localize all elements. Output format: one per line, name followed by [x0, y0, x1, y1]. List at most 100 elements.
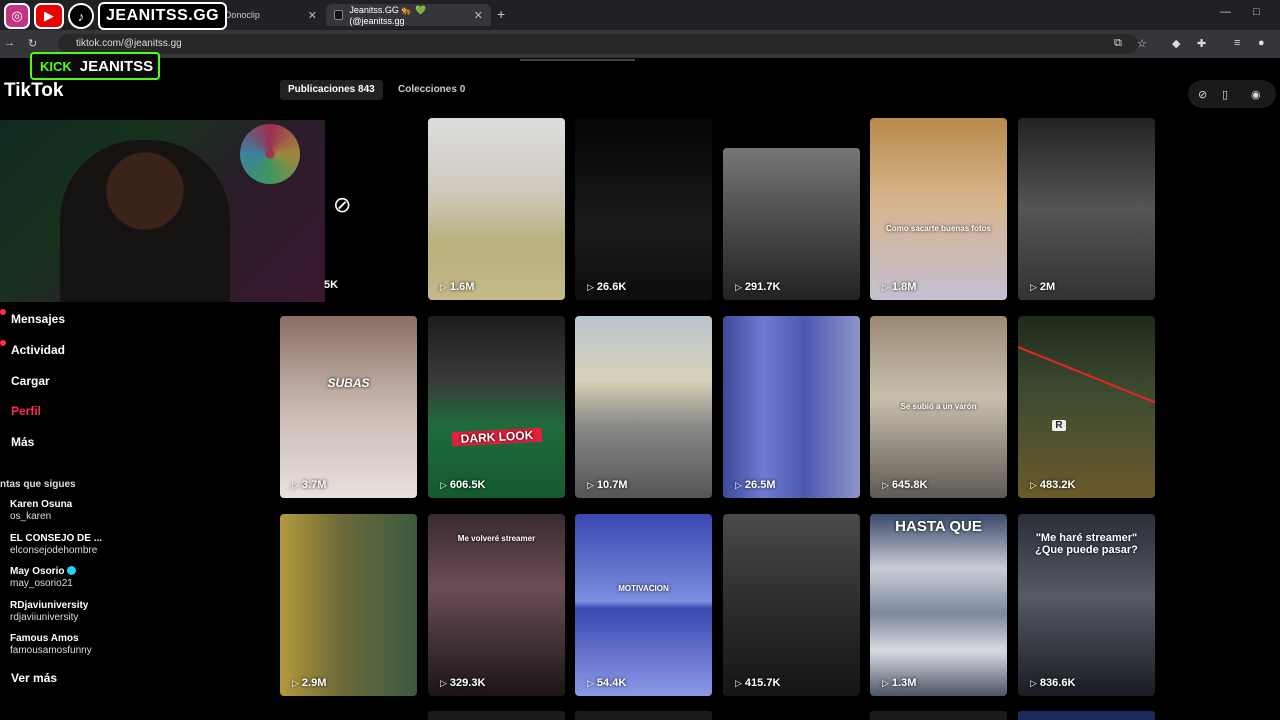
- new-tab-button[interactable]: +: [497, 6, 505, 22]
- extensions-puzzle-icon[interactable]: ✚: [1197, 37, 1206, 50]
- video-thumbnail[interactable]: [575, 711, 712, 720]
- compass-icon[interactable]: ⊘: [1198, 88, 1207, 101]
- play-icon: ▷: [1030, 480, 1037, 490]
- close-icon[interactable]: ✕: [308, 9, 317, 22]
- see-more-link[interactable]: Ver más: [11, 671, 57, 685]
- tab-title: Jeanitss.GG 🐅 💚 (@jeanitss.gg: [349, 4, 427, 26]
- notification-badge: [0, 340, 6, 346]
- video-thumbnail[interactable]: [870, 711, 1007, 720]
- video-thumbnail[interactable]: Me volveré streamer ▷ 329.3K: [428, 514, 565, 696]
- video-thumbnail[interactable]: DARK LOOK ▷ 606.5K: [428, 316, 565, 498]
- video-thumbnail[interactable]: "Me haré streamer" ¿Que puede pasar? ▷ 83…: [1018, 514, 1155, 696]
- video-views: 1.6M: [449, 281, 475, 293]
- video-thumbnail[interactable]: HASTA QUE ▷ 1.3M: [870, 514, 1007, 696]
- account-name: EL CONSEJO DE ...: [10, 533, 103, 544]
- video-caption: MOTIVACION: [618, 584, 669, 593]
- followed-account[interactable]: RDjaviuniversity rdjaviiuniversity: [10, 600, 88, 623]
- video-caption: Como sacarte buenas fotos: [886, 224, 991, 233]
- account-name: Famous Amos: [10, 633, 79, 644]
- account-name: RDjaviuniversity: [10, 600, 89, 611]
- account-handle: elconsejodehombre: [10, 545, 98, 556]
- install-app-icon[interactable]: ⧉: [1114, 37, 1122, 50]
- video-thumbnail[interactable]: [428, 711, 565, 720]
- video-thumbnail[interactable]: ▷ 26.6K: [575, 118, 712, 300]
- reading-list-icon[interactable]: ≡: [1234, 37, 1240, 49]
- video-thumbnail[interactable]: ▷ 291.7K: [723, 148, 860, 300]
- social-handle: JEANITSS.GG: [98, 2, 228, 30]
- tab-publicaciones[interactable]: Publicaciones 843: [280, 80, 383, 100]
- video-thumbnail[interactable]: Se subió a un varón ▷ 645.8K: [870, 316, 1007, 498]
- video-views: 415.7K: [744, 677, 781, 689]
- video-thumbnail[interactable]: ▷ 2M: [1018, 118, 1155, 300]
- play-icon: ▷: [292, 480, 299, 490]
- youtube-icon: ▶: [34, 3, 64, 29]
- tab-colecciones[interactable]: Colecciones 0: [390, 80, 473, 100]
- maximize-icon[interactable]: □: [1253, 6, 1260, 18]
- video-thumbnail[interactable]: ▷ 2.9M: [280, 514, 417, 696]
- video-views: 26.5M: [744, 479, 776, 491]
- video-thumbnail[interactable]: Como sacarte buenas fotos ▷ 1.8M: [870, 118, 1007, 300]
- video-thumbnail[interactable]: R ▷ 483.2K: [1018, 316, 1155, 498]
- verified-badge-icon: [67, 566, 77, 575]
- sidebar-item-actividad[interactable]: Actividad: [11, 343, 65, 357]
- video-caption: Se subió a un varón: [900, 402, 977, 411]
- followed-account[interactable]: Famous Amos famousamosfunny: [10, 633, 92, 656]
- video-views: 1.3M: [891, 677, 917, 689]
- video-thumbnail[interactable]: SUBAS ▷ 3.7M: [280, 316, 417, 498]
- extension-diamond-icon[interactable]: ◆: [1172, 37, 1180, 50]
- eye-hidden-icon: ⊘: [333, 192, 352, 217]
- sidebar-item-mas[interactable]: Más: [11, 435, 34, 449]
- account-handle: rdjaviiuniversity: [10, 612, 79, 623]
- user-avatar-icon[interactable]: ◉: [1251, 88, 1261, 101]
- back-arrow-icon[interactable]: →: [4, 37, 15, 49]
- play-icon: ▷: [1030, 282, 1037, 292]
- play-icon: ▷: [735, 282, 742, 292]
- kick-logo: KICK: [40, 58, 72, 74]
- video-views: 483.2K: [1039, 479, 1076, 491]
- browser-tab-tiktok[interactable]: Jeanitss.GG 🐅 💚 (@jeanitss.gg ✕: [326, 4, 491, 26]
- social-overlay: ◎ ▶ ♪ JEANITSS.GG: [4, 2, 228, 30]
- video-thumbnail[interactable]: MOTIVACION ▷ 54.4K: [575, 514, 712, 696]
- tiktok-favicon-icon: [334, 10, 344, 20]
- video-views: 3.7M: [301, 479, 327, 491]
- webcam-overlay: [0, 120, 325, 302]
- play-icon: ▷: [735, 678, 742, 688]
- account-handle: famousamosfunny: [10, 645, 92, 656]
- video-thumbnail[interactable]: ▷ 26.5M: [723, 316, 860, 498]
- sidebar-item-cargar[interactable]: Cargar: [11, 374, 50, 388]
- play-icon: ▷: [440, 282, 447, 292]
- profile-avatar-icon[interactable]: ●: [1258, 37, 1265, 49]
- close-icon[interactable]: ✕: [474, 9, 483, 22]
- sidebar-item-mensajes[interactable]: Mensajes: [11, 312, 65, 326]
- video-caption: "Me haré streamer" ¿Que puede pasar?: [1035, 532, 1138, 556]
- video-views: 2.9M: [301, 677, 327, 689]
- play-icon: ▷: [587, 480, 594, 490]
- video-thumbnail[interactable]: ▷ 1.6M: [428, 118, 565, 300]
- play-icon: ▷: [882, 282, 889, 292]
- kick-channel-name: JEANITSS: [79, 57, 154, 75]
- video-caption: R: [1052, 420, 1066, 431]
- account-name: Karen Osuna: [10, 499, 73, 510]
- red-line-decoration: [1018, 346, 1155, 408]
- followed-account[interactable]: May Osorio may_osorio21: [10, 566, 77, 589]
- streamer-figure: [60, 140, 230, 302]
- followed-account[interactable]: EL CONSEJO DE ... elconsejodehombre: [10, 533, 102, 556]
- kick-overlay: KICK JEANITSS: [30, 52, 160, 80]
- video-views: 54.4K: [596, 677, 627, 689]
- reload-icon[interactable]: ↻: [28, 37, 37, 50]
- video-caption: HASTA QUE: [895, 518, 982, 535]
- minimize-icon[interactable]: —: [1220, 6, 1231, 18]
- neon-light-decoration: [240, 124, 300, 184]
- url-field[interactable]: tiktok.com/@jeanitss.gg: [58, 34, 1138, 54]
- sidebar-item-perfil[interactable]: Perfil: [11, 404, 41, 418]
- play-icon: ▷: [587, 678, 594, 688]
- video-thumbnail[interactable]: ▷ 10.7M: [575, 316, 712, 498]
- followed-account[interactable]: Karen Osuna os_karen: [10, 499, 72, 522]
- video-views: 5K: [324, 279, 339, 291]
- video-thumbnail[interactable]: [1018, 711, 1155, 720]
- phone-icon[interactable]: ▯: [1222, 88, 1228, 101]
- following-section-title: ntas que sigues: [0, 479, 76, 490]
- video-thumbnail[interactable]: ▷ 415.7K: [723, 514, 860, 696]
- bookmark-star-icon[interactable]: ☆: [1137, 37, 1147, 50]
- tiktok-logo[interactable]: TikTok: [4, 80, 63, 102]
